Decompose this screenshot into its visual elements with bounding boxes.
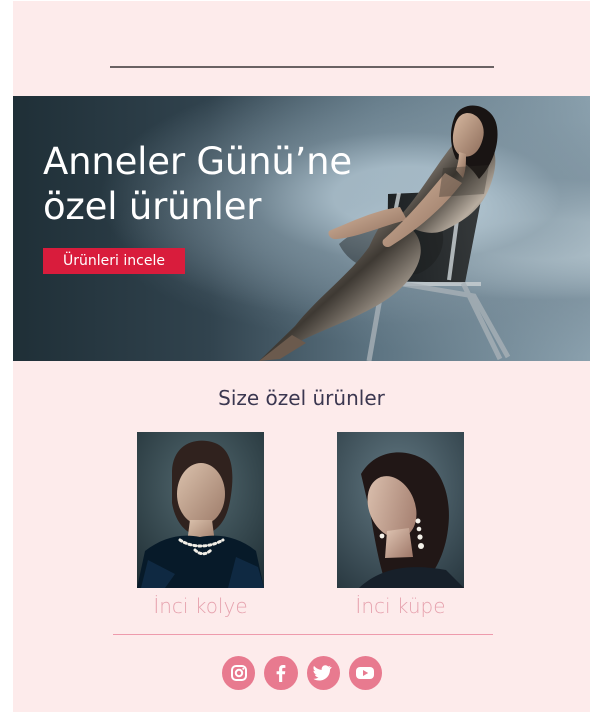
product-card-pearl-earrings[interactable]: İnci küpe [337,432,464,622]
product-name[interactable]: İnci küpe [337,594,464,618]
view-products-button[interactable]: Ürünleri incele [43,248,185,274]
hero-banner: Anneler Günü’ne özel ürünler Ürünleri in… [13,96,590,361]
bottom-divider [113,634,493,635]
product-name[interactable]: İnci kolye [137,594,264,618]
product-card-pearl-necklace[interactable]: İnci kolye [137,432,264,622]
section-title: Size özel ürünler [218,386,385,410]
email-container: Anneler Günü’ne özel ürünler Ürünleri in… [13,1,590,712]
top-divider [110,66,494,68]
social-links [222,656,382,690]
instagram-icon[interactable] [222,656,256,690]
pearl-necklace-product-image[interactable] [137,432,264,588]
facebook-icon[interactable] [264,656,298,690]
twitter-icon[interactable] [306,656,340,690]
youtube-icon[interactable] [348,656,382,690]
hero-headline: Anneler Günü’ne özel ürünler [43,140,352,228]
pearl-earrings-product-image[interactable] [337,432,464,588]
